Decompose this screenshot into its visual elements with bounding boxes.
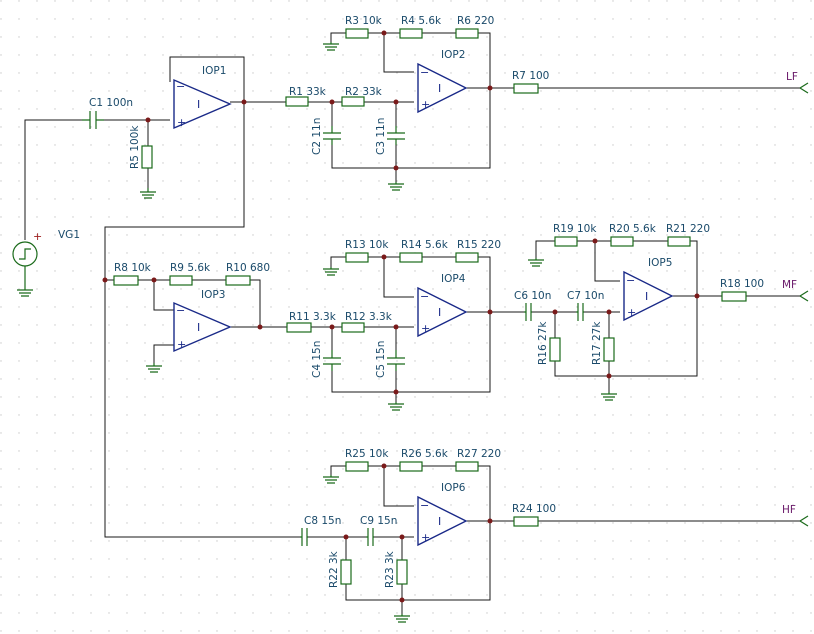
svg-text:+: +: [421, 531, 430, 544]
resistor-r23: [396, 559, 408, 585]
svg-text:I: I: [438, 82, 441, 95]
label-r20: R20 5.6k: [609, 223, 657, 235]
label-c1: C1 100n: [89, 97, 133, 109]
svg-text:−: −: [176, 80, 185, 93]
label-c2: C2 11n: [311, 118, 323, 155]
label-c6: C6 10n: [514, 290, 551, 302]
resistor-r11: [286, 322, 312, 333]
svg-text:+: +: [421, 322, 430, 335]
label-c8: C8 15n: [304, 515, 341, 527]
label-r10: R10 680: [226, 262, 270, 274]
label-r5: R5 100k: [129, 125, 141, 169]
label-c7: C7 10n: [567, 290, 604, 302]
label-r8: R8 10k: [114, 262, 152, 274]
opamp-label-iop3: IOP3: [201, 289, 225, 301]
label-r22: R22 3k: [328, 550, 340, 588]
resistor-r26: [399, 461, 423, 472]
label-r11: R11 3.3k: [289, 311, 337, 323]
label-r3: R3 10k: [345, 15, 383, 27]
opamp-label-iop4: IOP4: [441, 273, 466, 285]
label-r24: R24 100: [512, 503, 556, 515]
svg-text:I: I: [197, 98, 200, 111]
label-r23: R23 3k: [384, 550, 396, 588]
resistor-r15: [455, 252, 479, 263]
resistor-r8: [113, 275, 139, 286]
svg-text:I: I: [645, 290, 648, 303]
resistor-r19: [554, 236, 578, 247]
schematic-svg: + VG1 − + I IOP1 − + I IOP2 − + I IOP3 −…: [0, 0, 814, 634]
label-r26: R26 5.6k: [401, 448, 449, 460]
schematic-canvas[interactable]: + VG1 − + I IOP1 − + I IOP2 − + I IOP3 −…: [0, 0, 814, 634]
resistor-r1: [285, 96, 309, 107]
source-plus-marker: +: [33, 230, 42, 243]
resistor-r20: [610, 236, 634, 247]
label-r21: R21 220: [666, 223, 710, 235]
label-r14: R14 5.6k: [401, 239, 449, 251]
output-label-mf: MF: [782, 279, 797, 291]
svg-text:+: +: [627, 306, 636, 319]
resistor-r13: [345, 252, 369, 263]
label-r15: R15 220: [457, 239, 501, 251]
resistor-r6: [455, 28, 479, 39]
output-label-hf: HF: [782, 504, 796, 516]
svg-text:−: −: [420, 290, 429, 303]
label-c3: C3 11n: [375, 118, 387, 155]
label-r12: R12 3.3k: [345, 311, 393, 323]
opamp-label-iop6: IOP6: [441, 482, 466, 494]
resistor-r21: [667, 236, 691, 247]
label-c9: C9 15n: [360, 515, 397, 527]
grid-background: [0, 0, 814, 634]
resistor-r3: [345, 28, 369, 39]
opamp-label-iop2: IOP2: [441, 49, 465, 61]
label-c4: C4 15n: [311, 341, 323, 378]
resistor-r14: [399, 252, 423, 263]
opamp-label-iop1: IOP1: [202, 65, 226, 77]
svg-text:I: I: [438, 515, 441, 528]
svg-text:+: +: [421, 98, 430, 111]
resistor-r5: [141, 145, 153, 169]
svg-text:+: +: [177, 338, 186, 351]
svg-text:−: −: [176, 304, 185, 317]
label-r19: R19 10k: [553, 223, 597, 235]
svg-text:−: −: [626, 274, 635, 287]
resistor-r9: [169, 275, 193, 286]
label-r13: R13 10k: [345, 239, 389, 251]
resistor-r25: [345, 461, 369, 472]
svg-text:+: +: [177, 116, 186, 129]
label-r4: R4 5.6k: [401, 15, 442, 27]
resistor-r16: [549, 337, 561, 362]
label-r18: R18 100: [720, 278, 764, 290]
resistor-r17: [603, 337, 615, 362]
resistor-r22: [340, 559, 352, 585]
resistor-r12: [341, 322, 365, 333]
svg-text:−: −: [420, 66, 429, 79]
label-r7: R7 100: [512, 70, 549, 82]
opamp-label-iop5: IOP5: [648, 257, 672, 269]
label-r1: R1 33k: [289, 86, 327, 98]
label-r25: R25 10k: [345, 448, 389, 460]
label-r27: R27 220: [457, 448, 501, 460]
label-r17: R17 27k: [591, 321, 603, 365]
resistor-r4: [399, 28, 423, 39]
label-c5: C5 15n: [375, 341, 387, 378]
label-r16: R16 27k: [537, 321, 549, 365]
label-r9: R9 5.6k: [170, 262, 211, 274]
label-r6: R6 220: [457, 15, 494, 27]
resistor-r24: [513, 516, 539, 527]
svg-text:I: I: [438, 306, 441, 319]
output-label-lf: LF: [786, 71, 798, 83]
svg-text:I: I: [197, 321, 200, 334]
source-label: VG1: [58, 229, 80, 241]
resistor-r27: [455, 461, 479, 472]
resistor-r18: [721, 291, 747, 302]
resistor-r10: [225, 275, 251, 286]
svg-text:−: −: [420, 499, 429, 512]
resistor-r7: [513, 83, 539, 94]
label-r2: R2 33k: [345, 86, 383, 98]
resistor-r2: [341, 96, 365, 107]
